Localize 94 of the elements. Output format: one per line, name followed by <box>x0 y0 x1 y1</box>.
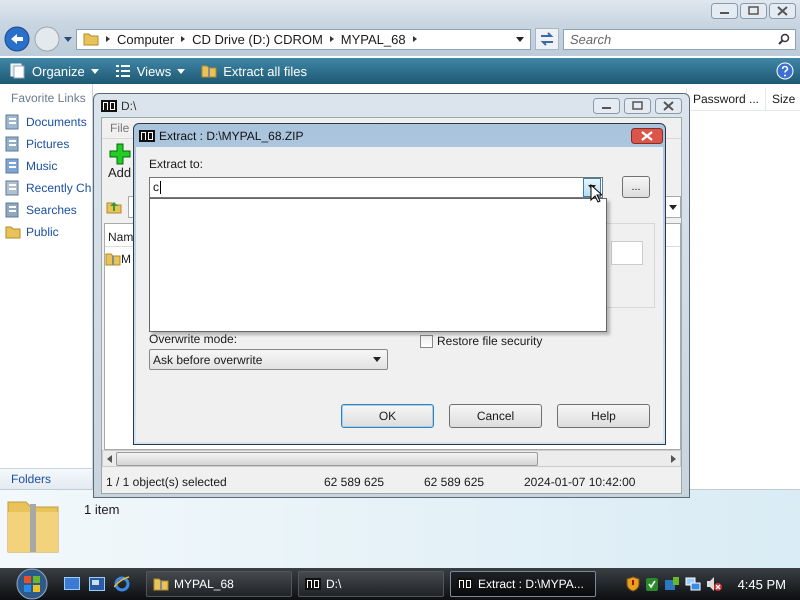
minimize-button[interactable] <box>593 98 620 114</box>
library-icon <box>5 114 21 130</box>
dialog-button[interactable]: OK <box>341 404 434 428</box>
toolbar-button[interactable]: Views <box>110 61 190 81</box>
chevron-icon <box>328 35 335 43</box>
status-text: 62 589 625 <box>423 475 486 489</box>
status-text: 62 589 625 <box>323 475 386 489</box>
window-title: D:\ <box>121 98 136 112</box>
close-button[interactable] <box>655 98 682 114</box>
clock[interactable]: 4:45 PM <box>738 576 786 592</box>
caret-icon <box>373 357 381 362</box>
overwrite-mode-dropdown[interactable]: Ask before overwrite <box>149 349 388 370</box>
maximize-button[interactable] <box>624 98 651 114</box>
favorite-link[interactable]: Searches <box>0 199 92 221</box>
caret-icon <box>90 68 99 74</box>
app-icon <box>305 578 321 590</box>
zip-folder-icon <box>153 576 169 592</box>
app-icon <box>457 578 473 590</box>
help-icon[interactable] <box>776 62 794 80</box>
favorite-link[interactable]: Documents <box>0 111 92 133</box>
browser-icon[interactable] <box>114 576 130 592</box>
menu-item[interactable]: File <box>108 121 132 135</box>
caret-icon <box>669 204 677 210</box>
chevron-icon <box>105 35 111 43</box>
checkbox-label: Restore file security <box>437 334 542 348</box>
scroll-left-icon[interactable] <box>107 454 113 462</box>
chevron-icon <box>412 35 418 43</box>
favorite-link[interactable]: Pictures <box>0 133 92 155</box>
caret-icon <box>177 68 186 74</box>
library-icon <box>5 158 21 174</box>
add-button[interactable]: Add <box>108 143 132 180</box>
status-text: 1 / 1 object(s) selected <box>105 475 228 489</box>
item-count: 1 item <box>84 502 120 517</box>
search-icon <box>778 32 790 44</box>
dialog-button[interactable]: Help <box>557 404 650 428</box>
field-label: Extract to: <box>149 157 204 171</box>
library-icon <box>5 180 21 196</box>
horizontal-scrollbar[interactable] <box>102 450 681 467</box>
checkbox[interactable] <box>420 334 433 348</box>
favorite-link[interactable]: Music <box>0 155 92 177</box>
favorite-link[interactable]: Recently Ch <box>0 177 92 199</box>
folder-icon <box>5 224 21 240</box>
minimize-button[interactable] <box>711 3 738 19</box>
plus-icon <box>108 143 131 165</box>
breadcrumb-item[interactable]: CD Drive (D:) CDROM <box>192 32 323 46</box>
maximize-button[interactable] <box>740 3 767 19</box>
scroll-thumb[interactable] <box>116 452 538 466</box>
pages-icon <box>10 63 26 79</box>
taskbar-button[interactable]: MYPAL_68 <box>146 571 292 597</box>
column-header[interactable]: Size <box>765 88 800 110</box>
status-text: 2024-01-07 10:42:00 <box>523 475 636 489</box>
muted-speaker-icon[interactable] <box>706 576 722 592</box>
network-icon[interactable] <box>684 576 701 592</box>
list-view-icon <box>114 63 131 79</box>
folder-icon <box>83 31 99 47</box>
taskbar-button[interactable]: Extract : D:\MYPA... <box>450 571 596 597</box>
toolbar-button[interactable]: Organize <box>6 61 103 81</box>
back-button[interactable] <box>4 26 30 52</box>
refresh-button[interactable] <box>535 28 559 50</box>
taskbar-button[interactable]: D:\ <box>298 571 444 597</box>
list-item[interactable]: M <box>121 252 131 266</box>
shield-icon[interactable] <box>626 576 640 592</box>
text-field[interactable] <box>611 241 643 265</box>
dialog-button[interactable]: Cancel <box>449 404 542 428</box>
address-bar[interactable]: Computer CD Drive (D:) CDROM MYPAL_68 <box>76 28 531 50</box>
dropdown-caret-icon <box>516 36 524 42</box>
history-caret-icon <box>64 36 72 42</box>
library-icon <box>5 202 21 218</box>
library-icon <box>5 136 21 152</box>
app-icon <box>139 130 155 142</box>
window-switch-icon[interactable] <box>89 577 105 591</box>
folders-bar[interactable]: Folders <box>0 468 92 489</box>
zip-folder-icon <box>201 63 218 79</box>
field-label: Overwrite mode: <box>149 332 238 346</box>
scroll-right-icon[interactable] <box>670 454 676 462</box>
dialog-title: Extract : D:\MYPAL_68.ZIP <box>159 128 304 142</box>
security-check-icon[interactable] <box>644 576 659 592</box>
close-button[interactable] <box>769 3 796 19</box>
breadcrumb-item[interactable]: Computer <box>117 32 174 46</box>
column-header[interactable]: Nam <box>105 228 136 246</box>
search-field[interactable]: Search <box>563 28 796 50</box>
favorite-link[interactable]: Public <box>0 221 92 243</box>
chevron-icon <box>180 35 186 43</box>
cursor-icon <box>590 184 602 203</box>
browse-button[interactable]: ... <box>622 176 650 198</box>
section-heading: Favorite Links <box>10 90 87 107</box>
toolbar-button[interactable]: Extract all files <box>197 61 312 81</box>
desktop-icon[interactable] <box>64 577 80 591</box>
up-folder-icon[interactable] <box>106 199 122 215</box>
breadcrumb-item[interactable]: MYPAL_68 <box>340 32 406 46</box>
network-status-icon[interactable] <box>664 576 680 592</box>
app-icon <box>101 100 117 112</box>
zip-folder-icon <box>105 251 121 267</box>
close-button[interactable] <box>631 128 663 144</box>
